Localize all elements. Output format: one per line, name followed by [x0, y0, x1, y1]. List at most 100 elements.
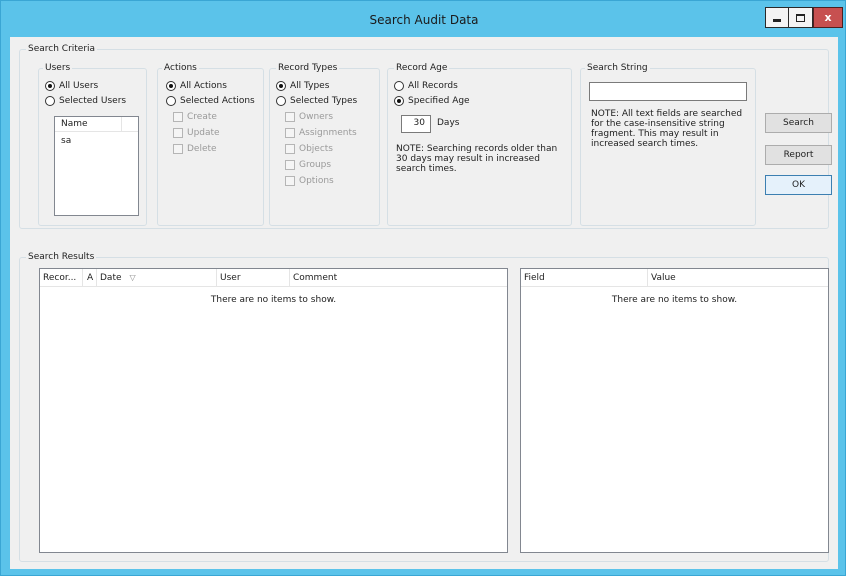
sort-descending-icon: ▽	[129, 273, 136, 282]
assignments-checkbox[interactable]: Assignments	[285, 128, 357, 138]
all-types-label: All Types	[290, 81, 330, 91]
search-results-group: Search Results Recor... A Date ▽ User Com…	[19, 251, 829, 562]
selected-actions-radio[interactable]: Selected Actions	[166, 96, 255, 106]
checkbox-icon	[173, 112, 183, 122]
search-criteria-title: Search Criteria	[26, 43, 98, 55]
all-records-label: All Records	[408, 81, 458, 91]
all-actions-radio[interactable]: All Actions	[166, 81, 227, 91]
list-item[interactable]: sa	[61, 136, 71, 146]
selected-users-label: Selected Users	[59, 96, 127, 106]
column-header-record[interactable]: Recor...	[40, 269, 83, 287]
all-users-radio[interactable]: All Users	[45, 81, 98, 91]
delete-checkbox[interactable]: Delete	[173, 144, 217, 154]
column-header-comment[interactable]: Comment	[290, 269, 509, 287]
checkbox-icon	[173, 144, 183, 154]
actions-group: Actions All Actions Selected Actions Cre…	[157, 62, 264, 226]
radio-unselected-icon	[394, 81, 404, 91]
all-records-radio[interactable]: All Records	[394, 81, 458, 91]
owners-checkbox[interactable]: Owners	[285, 112, 333, 122]
selected-actions-label: Selected Actions	[180, 96, 255, 106]
all-users-label: All Users	[59, 81, 99, 91]
audit-records-header: Recor... A Date ▽ User Comment	[40, 269, 507, 287]
record-age-title: Record Age	[394, 62, 450, 74]
update-label: Update	[187, 128, 220, 138]
close-icon: x	[824, 11, 832, 24]
search-string-group: Search String NOTE: All text fields are …	[580, 62, 756, 226]
column-header-user[interactable]: User	[217, 269, 290, 287]
radio-unselected-icon	[45, 96, 55, 106]
close-button[interactable]: x	[813, 7, 843, 28]
groups-checkbox[interactable]: Groups	[285, 160, 331, 170]
radio-selected-icon	[276, 81, 286, 91]
search-criteria-group: Search Criteria Users All Users Selected…	[19, 43, 832, 229]
maximize-button[interactable]	[789, 7, 813, 28]
objects-label: Objects	[299, 144, 334, 154]
options-checkbox[interactable]: Options	[285, 176, 334, 186]
users-title: Users	[43, 62, 73, 74]
users-list-name-column[interactable]: Name	[61, 119, 88, 129]
report-button[interactable]: Report	[765, 145, 832, 165]
all-actions-label: All Actions	[180, 81, 227, 91]
checkbox-icon	[285, 112, 295, 122]
create-checkbox[interactable]: Create	[173, 112, 217, 122]
dialog-client-area: Search Criteria Users All Users Selected…	[10, 37, 838, 569]
options-label: Options	[299, 176, 334, 186]
window-title: Search Audit Data	[369, 13, 479, 27]
column-divider	[121, 117, 122, 132]
owners-label: Owners	[299, 112, 334, 122]
actions-title: Actions	[162, 62, 199, 74]
assignments-label: Assignments	[299, 128, 357, 138]
minimize-icon	[773, 19, 781, 22]
radio-selected-icon	[45, 81, 55, 91]
ok-button[interactable]: OK	[765, 175, 832, 195]
radio-unselected-icon	[166, 96, 176, 106]
delete-label: Delete	[187, 144, 217, 154]
search-results-title: Search Results	[26, 251, 97, 263]
record-details-header: Field Value	[521, 269, 828, 287]
all-types-radio[interactable]: All Types	[276, 81, 329, 91]
create-label: Create	[187, 112, 217, 122]
title-bar[interactable]: Search Audit Data x	[1, 1, 846, 37]
checkbox-icon	[285, 160, 295, 170]
users-group: Users All Users Selected Users Name sa	[38, 62, 147, 226]
checkbox-icon	[285, 176, 295, 186]
selected-types-radio[interactable]: Selected Types	[276, 96, 357, 106]
search-string-title: Search String	[585, 62, 650, 74]
checkbox-icon	[285, 144, 295, 154]
checkbox-icon	[285, 128, 295, 138]
checkbox-icon	[173, 128, 183, 138]
record-details-table[interactable]: Field Value There are no items to show.	[520, 268, 829, 553]
days-label: Days	[437, 118, 460, 128]
users-list-header: Name	[55, 117, 138, 132]
record-types-title: Record Types	[276, 62, 340, 74]
audit-records-table[interactable]: Recor... A Date ▽ User Comment There are …	[39, 268, 508, 553]
record-age-note: NOTE: Searching records older than 30 da…	[396, 144, 558, 174]
specified-age-radio[interactable]: Specified Age	[394, 96, 470, 106]
audit-records-empty-message: There are no items to show.	[210, 295, 337, 305]
record-details-empty-message: There are no items to show.	[611, 295, 738, 305]
update-checkbox[interactable]: Update	[173, 128, 220, 138]
groups-label: Groups	[299, 160, 332, 170]
specified-age-label: Specified Age	[408, 96, 470, 106]
minimize-button[interactable]	[765, 7, 789, 28]
users-list[interactable]: Name sa	[54, 116, 139, 216]
days-input[interactable]: 30	[401, 115, 431, 133]
column-header-action[interactable]: A	[83, 269, 97, 287]
column-header-date[interactable]: Date ▽	[97, 269, 217, 287]
column-header-field[interactable]: Field	[521, 269, 648, 287]
column-header-date-label: Date	[100, 273, 122, 283]
search-string-input[interactable]	[589, 82, 747, 101]
record-types-group: Record Types All Types Selected Types Ow…	[269, 62, 380, 226]
search-string-note: NOTE: All text fields are searched for t…	[591, 109, 743, 149]
selected-types-label: Selected Types	[290, 96, 358, 106]
record-age-group: Record Age All Records Specified Age 30 …	[387, 62, 572, 226]
search-audit-data-window: Search Audit Data x Search Criteria User…	[0, 0, 846, 576]
maximize-icon	[796, 13, 805, 22]
radio-selected-icon	[166, 81, 176, 91]
selected-users-radio[interactable]: Selected Users	[45, 96, 126, 106]
radio-selected-icon	[394, 96, 404, 106]
radio-unselected-icon	[276, 96, 286, 106]
column-header-value[interactable]: Value	[648, 269, 828, 287]
search-button[interactable]: Search	[765, 113, 832, 133]
objects-checkbox[interactable]: Objects	[285, 144, 333, 154]
